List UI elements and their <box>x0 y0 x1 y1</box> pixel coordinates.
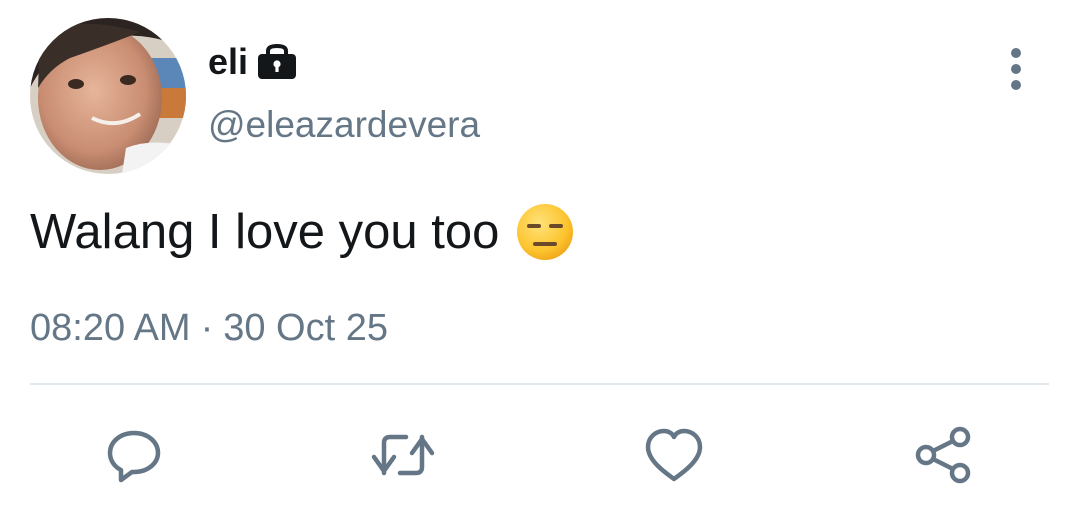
heart-icon <box>644 427 704 488</box>
avatar[interactable] <box>30 18 186 174</box>
like-button[interactable] <box>642 425 706 489</box>
expressionless-face-icon <box>515 202 575 262</box>
timestamp-separator: · <box>200 306 214 349</box>
share-icon <box>914 425 974 490</box>
timestamp: 08:20 AM · 30 Oct 25 <box>30 304 388 352</box>
tweet-time: 08:20 AM <box>30 306 191 349</box>
retweet-button[interactable] <box>371 425 435 489</box>
tweet-card: eli @eleazardevera Walang I love you too <box>0 0 1079 524</box>
display-name[interactable]: eli <box>208 41 248 83</box>
tweet-date: 30 Oct 25 <box>223 306 388 349</box>
user-handle[interactable]: @eleazardevera <box>208 104 480 146</box>
avatar-image <box>30 18 186 174</box>
more-vertical-icon[interactable] <box>998 44 1034 94</box>
name-row: eli <box>208 38 298 86</box>
share-button[interactable] <box>912 425 976 489</box>
reply-button[interactable] <box>102 425 166 489</box>
tweet-text-row: Walang I love you too <box>30 200 575 264</box>
reply-icon <box>104 425 164 490</box>
divider <box>30 383 1049 385</box>
tweet-text: Walang I love you too <box>30 205 500 259</box>
lock-icon <box>256 41 298 83</box>
retweet-icon <box>370 427 436 488</box>
